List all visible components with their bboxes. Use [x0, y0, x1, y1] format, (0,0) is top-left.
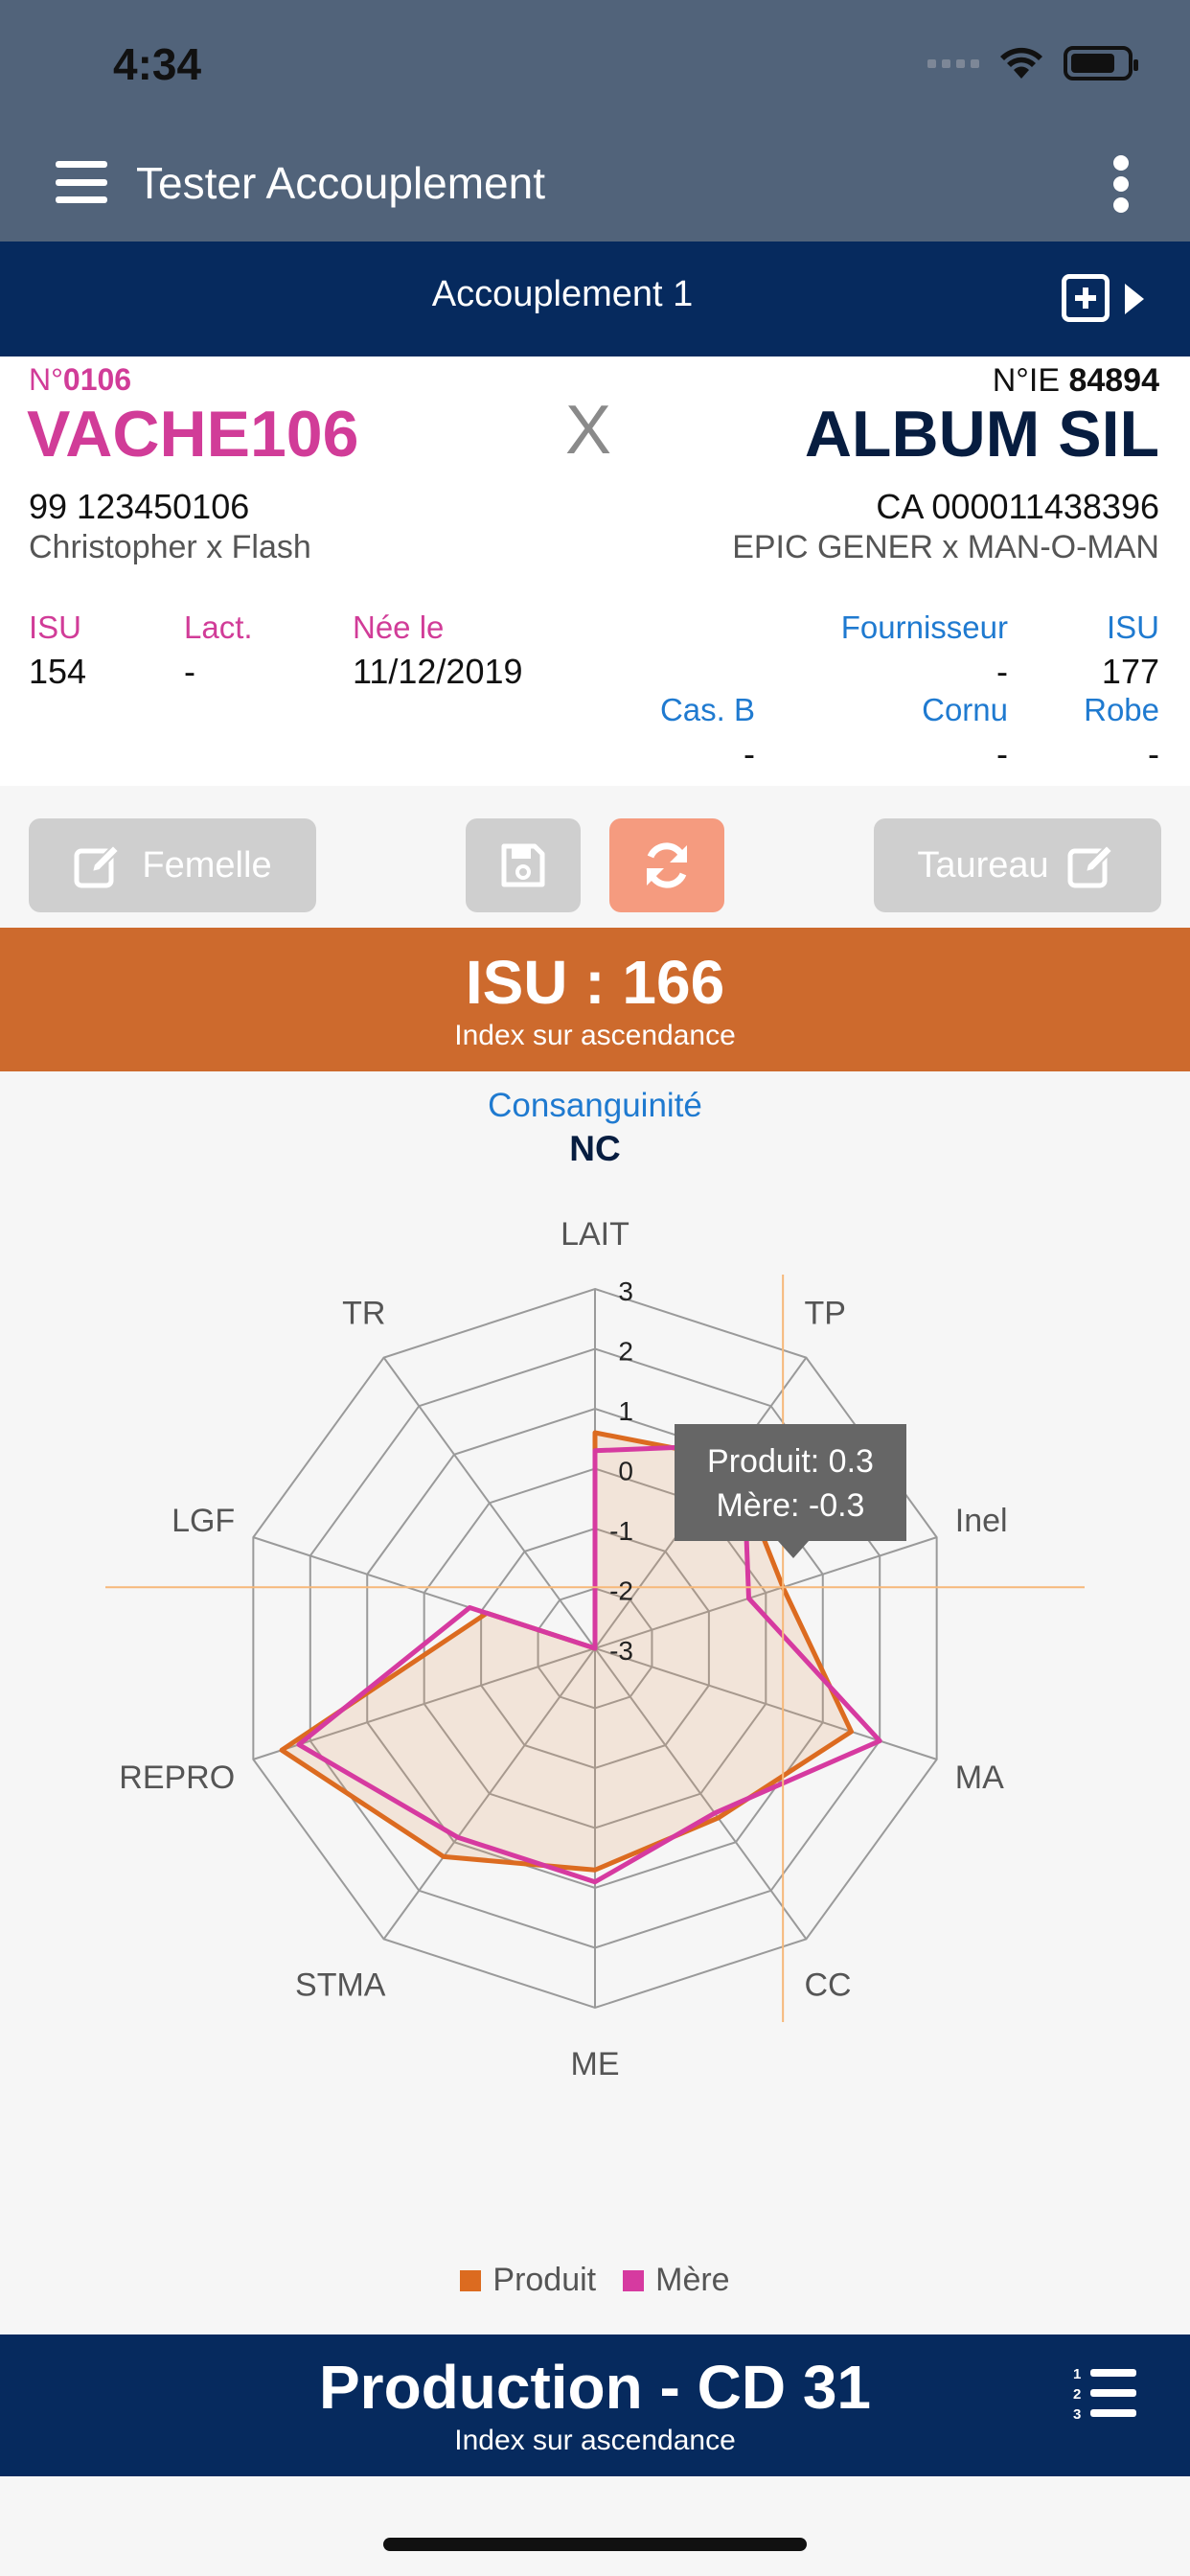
male-name: ALBUM SIL: [804, 398, 1159, 471]
tab-title[interactable]: Accouplement 1: [0, 274, 1125, 315]
radar-axis-line: [382, 1357, 596, 1649]
sync-icon: [647, 842, 687, 888]
male-fournisseur-value: -: [996, 652, 1008, 691]
radar-axis-label: CC: [805, 1966, 852, 2003]
svg-text:2: 2: [1073, 2386, 1081, 2403]
wifi-icon: [1000, 47, 1042, 79]
production-subtitle: Index sur ascendance: [454, 2425, 736, 2456]
legend-label-mere: Mère: [655, 2262, 730, 2298]
female-number: N°0106: [29, 362, 131, 398]
tooltip-line-2: Mère: -0.3: [717, 1487, 865, 1524]
numbered-list-icon[interactable]: 1 2 3: [1071, 2365, 1138, 2423]
male-number-prefix: N°IE: [992, 362, 1060, 399]
female-isu-label: ISU: [29, 610, 82, 645]
radar-tick-label: 2: [618, 1337, 633, 1367]
legend-item-mere[interactable]: Mère: [623, 2262, 730, 2299]
male-robe-value: -: [1148, 734, 1159, 773]
male-fournisseur-label: Fournisseur: [840, 610, 1008, 645]
edit-bull-button[interactable]: Taureau: [874, 818, 1161, 912]
radar-axis-label: REPRO: [119, 1760, 235, 1796]
female-number-prefix: N°: [29, 362, 63, 397]
radar-axis-label: STMA: [295, 1966, 386, 2003]
mating-tab-bar: Accouplement 1: [0, 242, 1190, 356]
more-options-icon[interactable]: [1110, 155, 1133, 213]
edit-female-button[interactable]: Femelle: [29, 818, 316, 912]
add-mating-icon[interactable]: [1062, 274, 1110, 322]
male-cornu-label: Cornu: [922, 692, 1008, 727]
male-casb-label: Cas. B: [659, 692, 755, 727]
radar-chart[interactable]: 3 2 1 0 -1 -2 -3 LAIT TP Inel MA CC ME STMA REPRO LGF T…: [0, 1179, 1190, 2252]
female-born-value: 11/12/2019: [353, 652, 523, 691]
animal-info-panel: N°0106 VACHE106 X N°IE 84894 ALBUM SIL 9…: [0, 356, 1190, 786]
consanguinite-label: Consanguinité: [488, 1087, 702, 1124]
production-title: Production - CD 31: [318, 2353, 872, 2422]
female-pedigree: Christopher x Flash: [29, 529, 311, 565]
isu-banner: ISU : 166 Index sur ascendance: [0, 928, 1190, 1071]
female-isu-value: 154: [29, 652, 87, 691]
radar-axis-label: LGF: [172, 1503, 235, 1539]
svg-text:3: 3: [1073, 2406, 1081, 2423]
edit-icon: [1067, 843, 1114, 888]
male-isu-value: 177: [1101, 652, 1159, 691]
radar-tick-label: -2: [609, 1576, 633, 1606]
tooltip-line-1: Produit: 0.3: [707, 1443, 874, 1480]
hamburger-menu-icon[interactable]: [56, 161, 107, 203]
female-name: VACHE106: [27, 398, 359, 471]
legend-swatch-mere: [623, 2269, 645, 2291]
edit-bull-label: Taureau: [917, 844, 1049, 886]
home-indicator[interactable]: [383, 2538, 807, 2551]
male-casb-value: -: [744, 734, 755, 773]
chart-tooltip: Produit: 0.3 Mère: -0.3: [675, 1424, 906, 1558]
next-arrow-icon[interactable]: [1125, 284, 1144, 314]
refresh-button[interactable]: [609, 818, 724, 912]
cellular-signal-icon: [927, 58, 979, 68]
chart-legend: Produit Mère: [0, 2262, 1190, 2299]
female-lact-label: Lact.: [184, 610, 253, 645]
female-number-value: 0106: [62, 362, 132, 397]
edit-female-label: Femelle: [142, 844, 272, 886]
male-number-value: 84894: [1068, 362, 1159, 399]
app-title: Tester Accouplement: [136, 158, 546, 208]
consanguinite-value: NC: [569, 1129, 621, 1168]
radar-axis-label: MA: [955, 1760, 1004, 1796]
male-isu-label: ISU: [1106, 610, 1159, 645]
legend-label-produit: Produit: [492, 2262, 597, 2298]
radar-axis-label: TP: [805, 1296, 846, 1332]
isu-subtitle: Index sur ascendance: [454, 1020, 736, 1051]
female-id: 99 123450106: [29, 487, 250, 526]
radar-axis-label: Inel: [955, 1503, 1008, 1539]
radar-axis-label: TR: [342, 1296, 385, 1332]
radar-tick-label: 1: [618, 1396, 633, 1426]
male-number: N°IE 84894: [993, 362, 1159, 400]
production-banner: Production - CD 31 Index sur ascendance …: [0, 2334, 1190, 2476]
male-id: CA 000011438396: [876, 487, 1159, 526]
male-robe-label: Robe: [1084, 692, 1159, 727]
app-header: 4:34 Tester Accouplement: [0, 0, 1190, 242]
radar-tick-label: 0: [618, 1457, 633, 1486]
isu-title: ISU : 166: [465, 948, 725, 1017]
battery-icon: [1064, 46, 1138, 80]
female-born-label: Née le: [353, 610, 445, 645]
male-pedigree: EPIC GENER x MAN-O-MAN: [732, 529, 1159, 565]
svg-text:1: 1: [1073, 2366, 1081, 2382]
save-button[interactable]: [466, 818, 581, 912]
save-icon: [501, 843, 545, 887]
edit-icon: [74, 843, 121, 888]
legend-swatch-produit: [460, 2269, 482, 2291]
male-cornu-value: -: [996, 734, 1008, 773]
radar-axis-label: ME: [571, 2046, 620, 2082]
status-icons: [927, 46, 1138, 80]
legend-item-produit[interactable]: Produit: [460, 2262, 596, 2299]
radar-tick-label: 3: [618, 1276, 633, 1306]
radar-tick-label: -1: [609, 1516, 633, 1546]
cross-symbol: X: [565, 392, 612, 469]
status-time: 4:34: [113, 39, 202, 89]
radar-tick-label: -3: [609, 1636, 633, 1666]
radar-axis-label: LAIT: [561, 1216, 629, 1253]
female-lact-value: -: [184, 652, 195, 691]
